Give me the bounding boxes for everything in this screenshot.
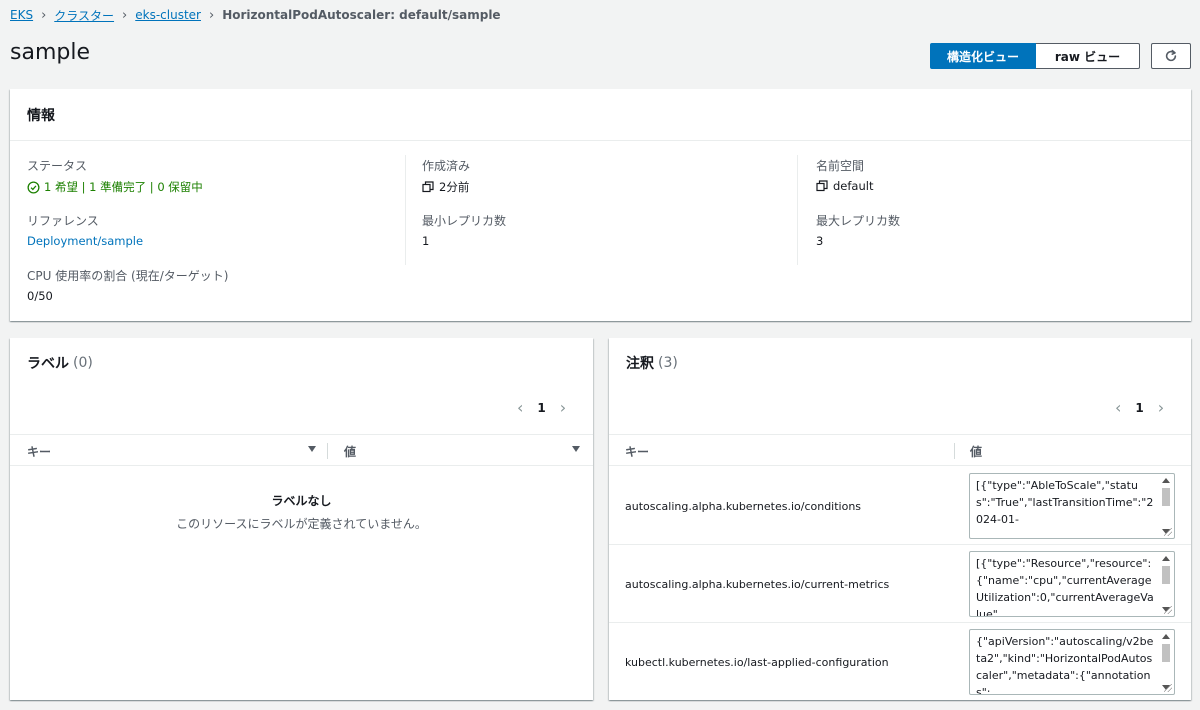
annotation-value-textarea[interactable]: [{"type":"AbleToScale","status":"True","… bbox=[969, 473, 1175, 539]
annotations-table-header: キー 値 bbox=[609, 434, 1191, 466]
raw-view-button[interactable]: raw ビュー bbox=[1036, 43, 1140, 69]
annotation-value-textarea[interactable]: [{"type":"Resource","resource":{"name":"… bbox=[969, 551, 1175, 617]
labels-empty-title: ラベルなし bbox=[271, 494, 332, 508]
annotation-key: autoscaling.alpha.kubernetes.io/current-… bbox=[625, 577, 890, 591]
labels-page-number[interactable]: 1 bbox=[537, 401, 545, 415]
table-row: kubectl.kubernetes.io/last-applied-confi… bbox=[609, 623, 1191, 700]
namespace-field: 名前空間 default bbox=[816, 157, 873, 193]
labels-col-value[interactable]: 値 bbox=[344, 435, 356, 467]
chevron-right-icon[interactable]: › bbox=[1158, 398, 1164, 417]
namespace-value: default bbox=[816, 179, 873, 193]
labels-pagination: ‹ 1 › bbox=[517, 398, 566, 417]
structured-view-button[interactable]: 構造化ビュー bbox=[930, 43, 1036, 69]
table-row: autoscaling.alpha.kubernetes.io/conditio… bbox=[609, 467, 1191, 545]
annotation-value: [{"type":"Resource","resource":{"name":"… bbox=[976, 557, 1154, 617]
chevron-right-icon[interactable]: › bbox=[560, 398, 566, 417]
reference-label: リファレンス bbox=[27, 214, 99, 228]
chevron-right-icon: › bbox=[208, 7, 215, 23]
breadcrumb-clusters[interactable]: クラスター bbox=[54, 7, 114, 24]
cpu-label: CPU 使用率の割合 (現在/ターゲット) bbox=[27, 269, 229, 283]
labels-panel: ラベル (0) ‹ 1 › キー 値 ラベルなし このリソースにラベルが定義され… bbox=[10, 338, 593, 700]
created-field: 作成済み 2分前 bbox=[422, 157, 470, 195]
labels-panel-header: ラベル (0) bbox=[10, 338, 593, 388]
annotations-col-value[interactable]: 値 bbox=[970, 435, 982, 467]
labels-empty-state: ラベルなし このリソースにラベルが定義されていません。 bbox=[10, 492, 593, 532]
min-replicas-field: 最小レプリカ数 1 bbox=[422, 212, 506, 248]
scrollbar[interactable] bbox=[1160, 632, 1172, 692]
copy-icon bbox=[816, 180, 828, 192]
reference-field: リファレンス Deployment/sample bbox=[27, 212, 143, 248]
min-replicas-label: 最小レプリカ数 bbox=[422, 214, 507, 228]
labels-empty-desc: このリソースにラベルが定義されていません。 bbox=[176, 517, 427, 531]
column-divider bbox=[327, 443, 328, 459]
chevron-right-icon: › bbox=[41, 7, 47, 23]
annotations-pagination: ‹ 1 › bbox=[1115, 398, 1164, 417]
resize-handle-icon[interactable] bbox=[1164, 606, 1172, 614]
reference-link[interactable]: Deployment/sample bbox=[27, 234, 143, 248]
annotation-value: [{"type":"AbleToScale","status":"True","… bbox=[976, 479, 1154, 526]
max-replicas-field: 最大レプリカ数 3 bbox=[816, 212, 900, 248]
info-grid: ステータス 1 希望 | 1 準備完了 | 0 保留中 作成済み 2分前 名前空… bbox=[10, 141, 1191, 321]
column-divider bbox=[405, 155, 406, 265]
labels-count: (0) bbox=[73, 355, 93, 371]
annotation-key: kubectl.kubernetes.io/last-applied-confi… bbox=[625, 655, 889, 669]
sort-down-icon[interactable] bbox=[572, 446, 580, 452]
resize-handle-icon[interactable] bbox=[1164, 528, 1172, 536]
status-value: 1 希望 | 1 準備完了 | 0 保留中 bbox=[27, 179, 203, 195]
annotations-col-key[interactable]: キー bbox=[625, 435, 649, 467]
resize-handle-icon[interactable] bbox=[1164, 684, 1172, 692]
refresh-icon bbox=[1165, 49, 1177, 62]
chevron-right-icon: › bbox=[122, 7, 128, 23]
column-divider bbox=[797, 155, 798, 265]
breadcrumb-eks-cluster[interactable]: eks-cluster bbox=[135, 8, 201, 22]
labels-col-key[interactable]: キー bbox=[27, 435, 51, 467]
annotations-title: 注釈 bbox=[626, 356, 654, 372]
annotations-panel-header: 注釈 (3) bbox=[609, 338, 1191, 388]
annotation-value-textarea[interactable]: {"apiVersion":"autoscaling/v2beta2","kin… bbox=[969, 629, 1175, 695]
annotations-count: (3) bbox=[658, 355, 678, 371]
cpu-value: 0/50 bbox=[27, 289, 53, 303]
column-divider bbox=[954, 443, 955, 459]
breadcrumb: EKS › クラスター › eks-cluster › HorizontalPo… bbox=[10, 6, 501, 24]
info-panel-title: 情報 bbox=[10, 89, 1191, 141]
namespace-text: default bbox=[833, 179, 874, 193]
annotations-page-number[interactable]: 1 bbox=[1135, 401, 1143, 415]
labels-title: ラベル bbox=[27, 356, 69, 372]
created-text: 2分前 bbox=[439, 180, 470, 194]
chevron-left-icon[interactable]: ‹ bbox=[517, 398, 523, 417]
annotation-key: autoscaling.alpha.kubernetes.io/conditio… bbox=[625, 499, 862, 513]
status-field: ステータス 1 希望 | 1 準備完了 | 0 保留中 bbox=[27, 157, 203, 195]
max-replicas-label: 最大レプリカ数 bbox=[816, 214, 901, 228]
min-replicas-value: 1 bbox=[422, 234, 430, 248]
annotations-panel: 注釈 (3) ‹ 1 › キー 値 autoscaling.alpha.kube… bbox=[609, 338, 1191, 700]
view-toggle: 構造化ビュー raw ビュー bbox=[930, 43, 1140, 69]
breadcrumb-current: HorizontalPodAutoscaler: default/sample bbox=[222, 8, 501, 22]
scrollbar[interactable] bbox=[1160, 476, 1172, 536]
max-replicas-value: 3 bbox=[816, 234, 824, 248]
breadcrumb-eks[interactable]: EKS bbox=[10, 8, 33, 22]
annotation-value: {"apiVersion":"autoscaling/v2beta2","kin… bbox=[976, 635, 1154, 695]
copy-icon bbox=[422, 181, 434, 193]
cpu-field: CPU 使用率の割合 (現在/ターゲット) 0/50 bbox=[27, 267, 228, 303]
labels-table-header: キー 値 bbox=[10, 434, 593, 466]
table-row: autoscaling.alpha.kubernetes.io/current-… bbox=[609, 545, 1191, 623]
status-label: ステータス bbox=[27, 159, 88, 173]
namespace-label: 名前空間 bbox=[816, 159, 865, 173]
info-panel: 情報 ステータス 1 希望 | 1 準備完了 | 0 保留中 作成済み 2分前 bbox=[10, 89, 1191, 321]
refresh-button[interactable] bbox=[1151, 43, 1191, 69]
check-circle-icon bbox=[27, 180, 40, 194]
created-value: 2分前 bbox=[422, 179, 470, 195]
created-label: 作成済み bbox=[422, 159, 471, 173]
chevron-left-icon[interactable]: ‹ bbox=[1115, 398, 1121, 417]
scrollbar[interactable] bbox=[1160, 554, 1172, 614]
status-text: 1 希望 | 1 準備完了 | 0 保留中 bbox=[44, 180, 203, 194]
sort-down-icon[interactable] bbox=[308, 446, 316, 452]
page-title: sample bbox=[10, 40, 90, 65]
